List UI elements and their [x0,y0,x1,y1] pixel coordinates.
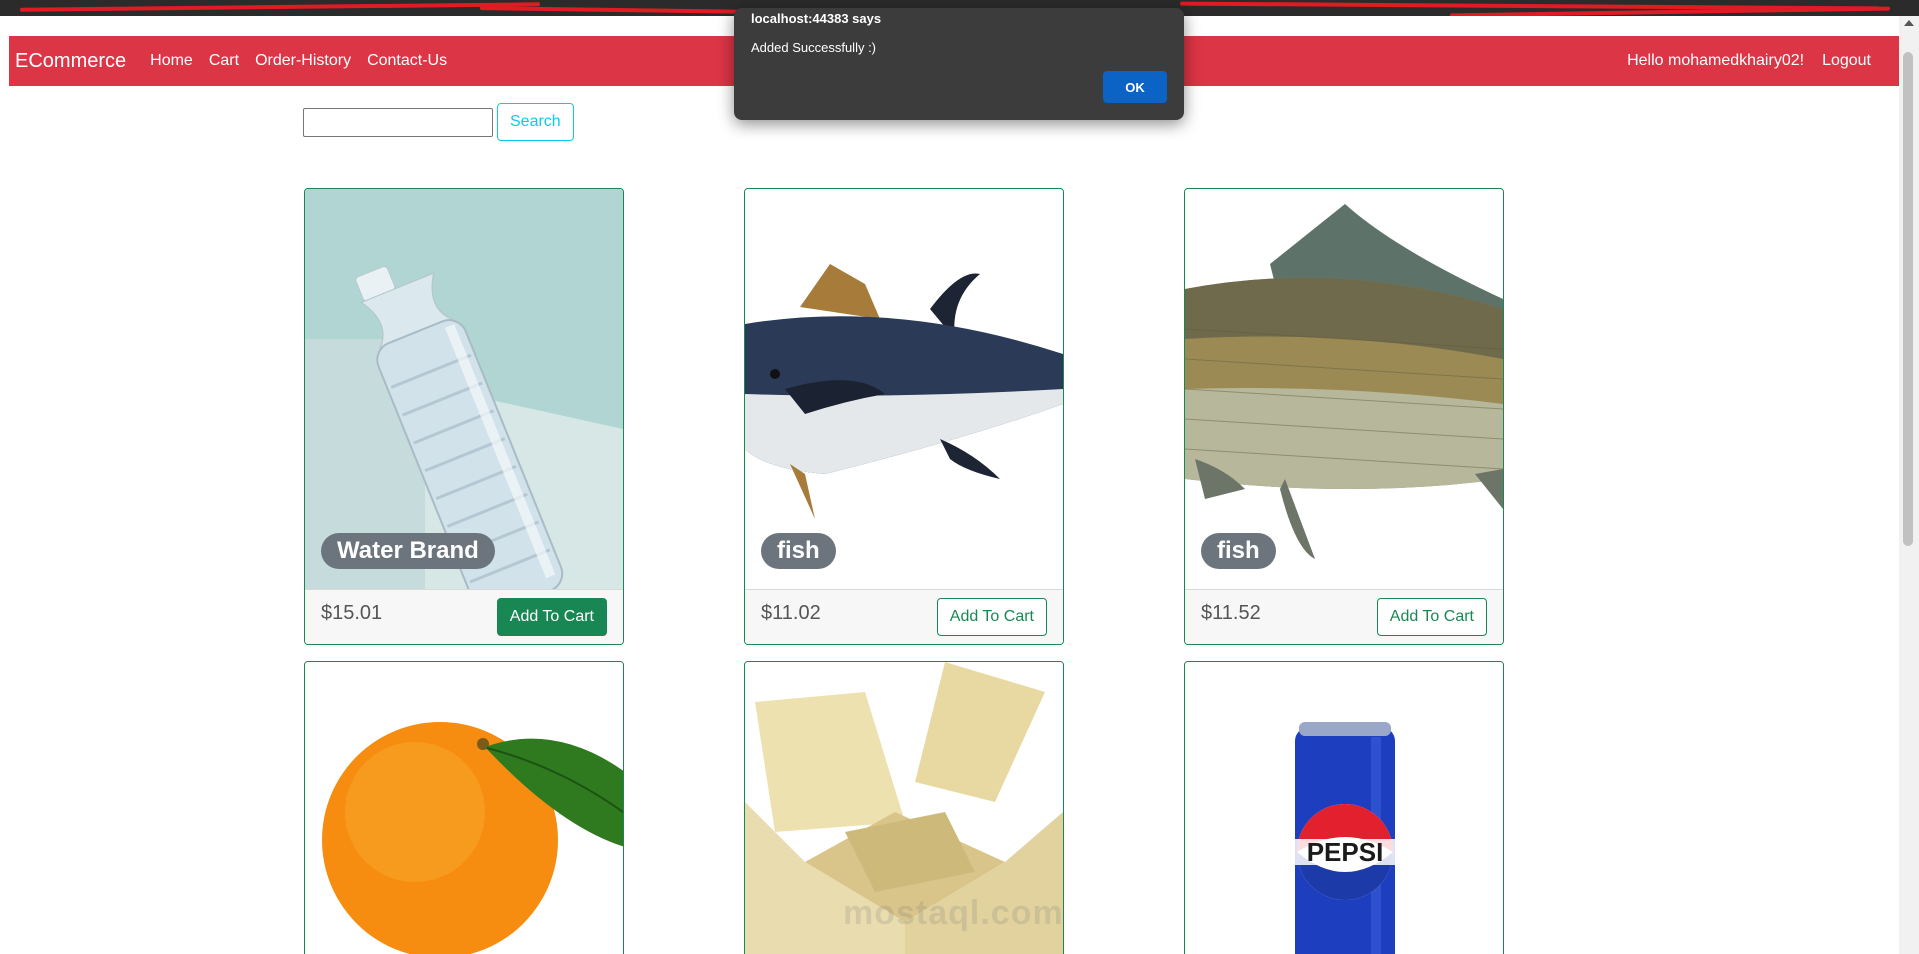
navbar-user-area: Hello mohamedkhairy02! Logout [1627,36,1871,86]
search-button[interactable]: Search [497,103,574,141]
orange-image [305,662,623,954]
svg-text:PEPSI: PEPSI [1307,837,1384,867]
dialog-message: Added Successfully :) [751,40,877,55]
card-footer: $15.01 Add To Cart [305,589,623,644]
page-scrollbar[interactable] [1899,16,1919,954]
product-card [304,661,624,954]
scroll-thumb[interactable] [1903,52,1913,546]
user-greeting-link[interactable]: Hello mohamedkhairy02! [1627,52,1804,70]
search-form: Search [303,103,574,141]
water-bottle-image: Water Brand [305,189,623,589]
add-to-cart-button[interactable]: Add To Cart [496,598,607,636]
alert-dialog: localhost:44383 says Added Successfully … [734,8,1184,120]
card-footer: $11.52 Add To Cart [1185,589,1503,644]
add-to-cart-button[interactable]: Add To Cart [936,598,1047,636]
brand-link[interactable]: ECommerce [15,50,126,73]
product-card: PEPSI [1184,661,1504,954]
product-name-badge: fish [761,533,836,569]
product-price: $15.01 [321,602,383,624]
product-card: fish $11.02 Add To Cart [744,188,1064,645]
redaction-scribble [19,2,541,12]
watermark: mostaql.com [843,894,1064,932]
card-footer: $11.02 Add To Cart [745,589,1063,644]
product-card: Water Brand $15.01 Add To Cart [304,188,624,645]
search-input[interactable] [303,107,493,137]
product-price: $11.52 [1201,602,1261,624]
nav-cart-link[interactable]: Cart [209,52,239,70]
product-card: fish $11.52 Add To Cart [1184,188,1504,645]
carp-fish-image: fish [1185,189,1503,589]
tuna-fish-image: fish [745,189,1063,589]
scroll-up-icon[interactable] [1904,20,1914,26]
product-name-badge: Water Brand [321,533,495,569]
nav-order-history-link[interactable]: Order-History [255,52,351,70]
pepsi-can-image: PEPSI [1185,662,1503,954]
page-body: ECommerce Home Cart Order-History Contac… [9,16,1899,954]
ok-button[interactable]: OK [1103,71,1167,103]
product-name-badge: fish [1201,533,1276,569]
logout-link[interactable]: Logout [1822,52,1871,70]
nav-home-link[interactable]: Home [150,52,193,70]
nav-contact-us-link[interactable]: Contact-Us [367,52,447,70]
add-to-cart-button[interactable]: Add To Cart [1376,598,1487,636]
dialog-title: localhost:44383 says [751,11,882,26]
product-price: $11.02 [761,602,821,624]
